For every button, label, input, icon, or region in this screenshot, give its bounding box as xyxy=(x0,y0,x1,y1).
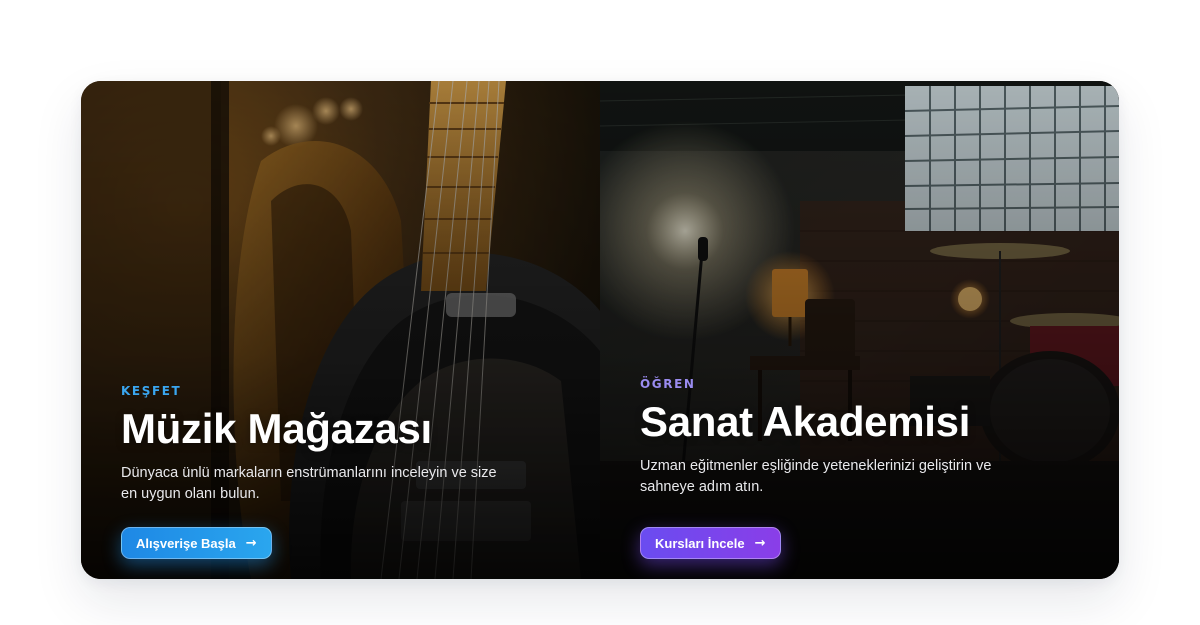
card-eyebrow: ÖĞREN xyxy=(640,377,696,391)
card-title: Sanat Akademisi xyxy=(640,398,971,445)
button-label: Alışverişe Başla xyxy=(136,535,236,551)
card-title: Müzik Mağazası xyxy=(121,405,432,452)
card-description: Dünyaca ünlü markaların enstrümanlarını … xyxy=(121,465,497,502)
card-content: ÖĞREN Sanat Akademisi Uzman eğitmenler e… xyxy=(640,377,1079,498)
music-studio-photo xyxy=(600,81,1119,579)
card-art-academy[interactable]: ÖĞREN Sanat Akademisi Uzman eğitmenler e… xyxy=(600,81,1119,579)
feature-cards: KEŞFET Müzik Mağazası Dünyaca ünlü marka… xyxy=(81,81,1119,579)
arrow-right-icon: → xyxy=(245,535,257,551)
view-courses-button[interactable]: Kursları İncele → xyxy=(640,527,781,559)
card-description: Uzman eğitmenler eşliğinde yeteneklerini… xyxy=(640,458,992,495)
card-eyebrow: KEŞFET xyxy=(121,384,182,398)
arrow-right-icon: → xyxy=(754,535,766,551)
card-music-store[interactable]: KEŞFET Müzik Mağazası Dünyaca ünlü marka… xyxy=(81,81,600,579)
button-label: Kursları İncele xyxy=(655,535,745,551)
page: KEŞFET Müzik Mağazası Dünyaca ünlü marka… xyxy=(0,0,1200,625)
card-content: KEŞFET Müzik Mağazası Dünyaca ünlü marka… xyxy=(121,384,560,505)
shop-now-button[interactable]: Alışverişe Başla → xyxy=(121,527,272,559)
